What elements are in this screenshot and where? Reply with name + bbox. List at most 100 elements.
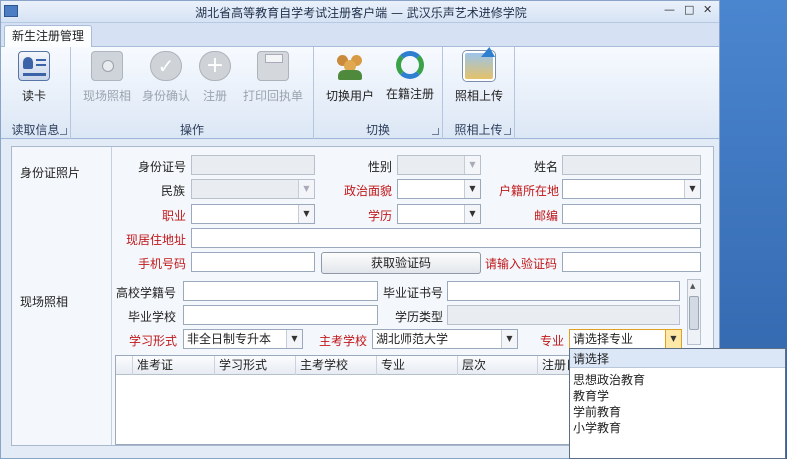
- diploma-no-label: 毕业证书号: [383, 286, 444, 300]
- dialog-launcher-icon[interactable]: [60, 128, 67, 135]
- refresh-icon: [396, 51, 424, 79]
- live-photo-button[interactable]: 现场照相: [77, 51, 137, 111]
- tab-new-student-registration[interactable]: 新生注册管理: [4, 25, 92, 48]
- identity-confirm-button[interactable]: ✓ 身份确认: [137, 51, 195, 111]
- users-icon: [334, 51, 366, 81]
- edu-type-field[interactable]: [447, 305, 680, 325]
- address-label: 现居住地址: [126, 233, 187, 247]
- group-label-operations: 操作: [179, 123, 204, 137]
- household-label: 户籍所在地: [499, 184, 560, 198]
- photo-upload-label: 照相上传: [454, 89, 503, 103]
- id-number-field[interactable]: [191, 155, 315, 175]
- id-card-icon: [18, 51, 50, 81]
- ribbon-group-switch: 切换用户 在籍注册 切换: [314, 47, 443, 139]
- chevron-down-icon[interactable]: ▼: [665, 330, 681, 348]
- ribbon-group-operations: 现场照相 ✓ 身份确认 + 注册 打印回执单 操作: [71, 47, 314, 139]
- household-select[interactable]: ▼: [562, 179, 701, 199]
- table-header-cell: 学习形式: [214, 356, 295, 375]
- host-school-label: 主考学校: [319, 334, 368, 348]
- postcode-label: 邮编: [534, 209, 559, 223]
- minimize-icon[interactable]: —: [664, 3, 675, 16]
- switch-user-button[interactable]: 切换用户: [320, 51, 380, 111]
- gender-select[interactable]: ▼: [397, 155, 481, 175]
- maximize-icon[interactable]: □: [684, 3, 694, 16]
- chevron-down-icon[interactable]: ▼: [464, 205, 480, 223]
- chevron-down-icon[interactable]: ▼: [501, 330, 517, 348]
- study-form-label: 学习形式: [129, 334, 178, 348]
- dropdown-option[interactable]: 小学教育: [573, 420, 621, 436]
- grad-school-label: 毕业学校: [128, 310, 177, 324]
- print-receipt-label: 打印回执单: [242, 89, 303, 103]
- name-label: 姓名: [534, 160, 559, 174]
- education-label: 学历: [368, 209, 393, 223]
- read-card-button[interactable]: 读卡: [9, 51, 59, 111]
- verify-code-field[interactable]: [562, 252, 701, 272]
- form-scrollbar[interactable]: ▲: [687, 279, 701, 345]
- chevron-down-icon[interactable]: ▼: [464, 156, 480, 174]
- major-label: 专业: [540, 334, 565, 348]
- id-number-label: 身份证号: [138, 160, 187, 174]
- address-field[interactable]: [191, 228, 701, 248]
- chevron-down-icon[interactable]: ▼: [684, 180, 700, 198]
- get-code-button[interactable]: 获取验证码: [321, 252, 481, 274]
- phone-field[interactable]: [191, 252, 315, 272]
- dropdown-option[interactable]: 思想政治教育: [573, 372, 645, 388]
- political-status-select[interactable]: ▼: [397, 179, 481, 199]
- dropdown-option[interactable]: 学前教育: [573, 404, 621, 420]
- ribbon-tab-strip: 新生注册管理: [1, 23, 719, 48]
- camera-icon: [91, 51, 123, 81]
- dropdown-option[interactable]: 请选择: [573, 351, 609, 367]
- print-receipt-button[interactable]: 打印回执单: [237, 51, 309, 111]
- school-roll-label: 高校学籍号: [116, 286, 177, 300]
- education-select[interactable]: ▼: [397, 204, 481, 224]
- chevron-down-icon[interactable]: ▼: [298, 205, 314, 223]
- switch-user-label: 切换用户: [325, 89, 374, 103]
- ethnicity-label: 民族: [161, 184, 186, 198]
- dropdown-option[interactable]: 教育学: [573, 388, 609, 404]
- name-field[interactable]: [562, 155, 701, 175]
- photo-upload-button[interactable]: 照相上传: [449, 47, 509, 111]
- grad-school-field[interactable]: [183, 305, 378, 325]
- enrolled-registration-button[interactable]: 在籍注册: [380, 51, 440, 111]
- ribbon-group-read-info: 读卡 读取信息: [1, 47, 71, 139]
- chevron-down-icon[interactable]: ▼: [298, 180, 314, 198]
- photo-column: 身份证照片 现场照相: [12, 147, 112, 445]
- major-select[interactable]: 请选择专业 ▼: [569, 329, 682, 349]
- scroll-up-icon[interactable]: ▲: [690, 282, 695, 290]
- enrolled-registration-label: 在籍注册: [385, 87, 434, 101]
- read-card-label: 读卡: [21, 89, 46, 103]
- close-icon[interactable]: ✕: [703, 3, 712, 16]
- identity-confirm-label: 身份确认: [141, 89, 190, 103]
- occupation-select[interactable]: ▼: [191, 204, 315, 224]
- scroll-thumb[interactable]: [689, 296, 699, 330]
- school-roll-field[interactable]: [183, 281, 378, 301]
- photo-upload-icon: [463, 47, 495, 81]
- live-photo-area-label: 现场照相: [20, 295, 69, 309]
- host-school-select[interactable]: 湖北师范大学 ▼: [372, 329, 518, 349]
- dialog-launcher-icon[interactable]: [432, 128, 439, 135]
- political-status-label: 政治面貌: [344, 184, 393, 198]
- ribbon: 读卡 读取信息 现场照相 ✓ 身份确认 + 注册 打印回执单 操作 切换用户 在…: [1, 47, 719, 139]
- study-form-select[interactable]: 非全日制专升本 ▼: [183, 329, 303, 349]
- gender-label: 性别: [368, 160, 393, 174]
- group-label-switch: 切换: [365, 123, 390, 137]
- register-button[interactable]: + 注册: [195, 51, 235, 111]
- id-photo-label: 身份证照片: [20, 166, 81, 180]
- chevron-down-icon[interactable]: ▼: [464, 180, 480, 198]
- table-header-cell: 层次: [457, 356, 537, 375]
- diploma-no-field[interactable]: [447, 281, 680, 301]
- major-dropdown-list: 请选择 思想政治教育 教育学 学前教育 小学教育: [569, 348, 786, 459]
- dialog-launcher-icon[interactable]: [504, 128, 511, 135]
- title-bar: 湖北省高等教育自学考试注册客户端 — 武汉乐声艺术进修学院 — □ ✕: [1, 1, 719, 23]
- edu-type-label: 学历类型: [395, 310, 444, 324]
- ethnicity-select[interactable]: ▼: [191, 179, 315, 199]
- live-photo-label: 现场照相: [82, 89, 131, 103]
- phone-label: 手机号码: [138, 257, 187, 271]
- ribbon-group-photo-upload: 照相上传 照相上传: [443, 47, 515, 139]
- chevron-down-icon[interactable]: ▼: [286, 330, 302, 348]
- table-header-cell: 专业: [376, 356, 457, 375]
- postcode-field[interactable]: [562, 204, 701, 224]
- plus-icon: +: [199, 51, 231, 81]
- window-title: 湖北省高等教育自学考试注册客户端 — 武汉乐声艺术进修学院: [195, 6, 527, 20]
- registration-table: 准考证 学习形式 主考学校 专业 层次 注册日: [115, 355, 586, 445]
